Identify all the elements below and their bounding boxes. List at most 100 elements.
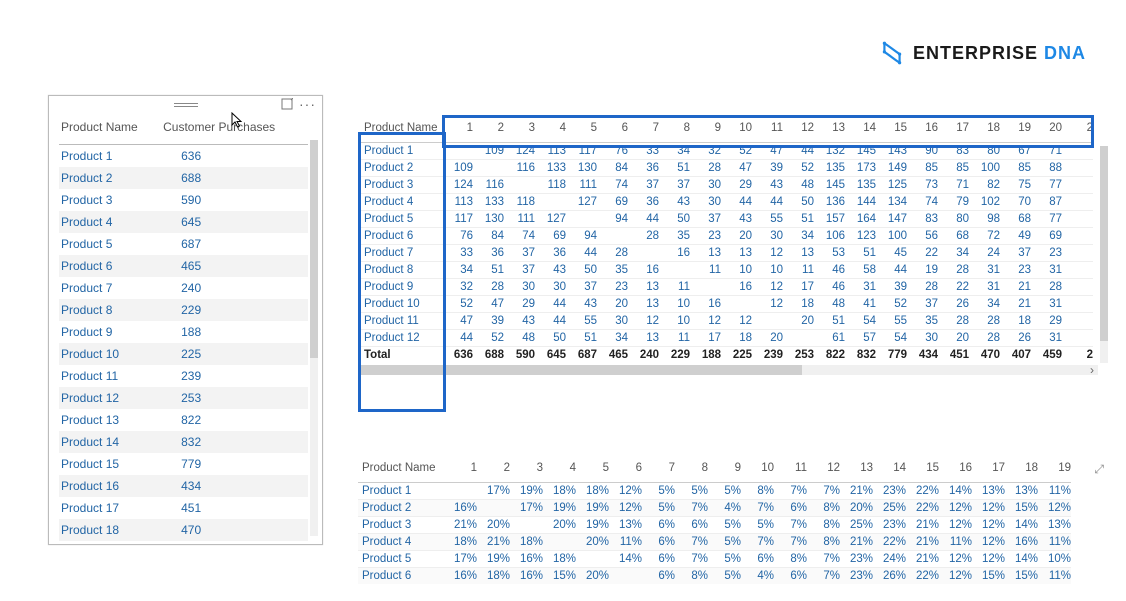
table-row[interactable]: Product 517%19%16%18%14%6%7%5%6%8%7%23%2… <box>358 551 1071 568</box>
column-header[interactable]: 6 <box>597 118 628 143</box>
column-header[interactable]: 2 <box>473 118 504 143</box>
column-header[interactable]: 1 <box>444 460 477 483</box>
value-cell: 12% <box>972 534 1005 551</box>
table-row[interactable]: Product 5687 <box>59 233 308 255</box>
table-row[interactable]: Product 3590 <box>59 189 308 211</box>
table-row[interactable]: Product 11091241131177633343252474413214… <box>358 143 1093 160</box>
percent-matrix[interactable]: ⤢ Product Name12345678910111213141516171… <box>358 460 1098 584</box>
column-header[interactable]: 7 <box>642 460 675 483</box>
table-row[interactable]: Product 67684746994283523203034106123100… <box>358 228 1093 245</box>
column-header[interactable]: 1 <box>442 118 473 143</box>
scrollbar-thumb[interactable] <box>1100 146 1108 341</box>
vertical-scrollbar[interactable] <box>310 140 318 536</box>
table-row[interactable]: Product 13822 <box>59 409 308 431</box>
column-header[interactable]: 17 <box>972 460 1005 483</box>
table-row[interactable]: Product 18470 <box>59 519 308 541</box>
column-header[interactable]: 3 <box>504 118 535 143</box>
table-row[interactable]: Product 1636 <box>59 145 308 168</box>
column-header[interactable]: 8 <box>659 118 690 143</box>
value-cell: 7% <box>807 483 840 500</box>
row-label: Product 2 <box>358 500 444 517</box>
value-cell: 29 <box>721 177 752 194</box>
column-header[interactable]: 2 <box>1062 118 1093 143</box>
visual-drag-handle[interactable]: ··· <box>49 96 322 110</box>
column-header[interactable]: 16 <box>907 118 938 143</box>
column-header[interactable]: 10 <box>721 118 752 143</box>
table-row[interactable]: Product 6465 <box>59 255 308 277</box>
table-row[interactable]: Product 11473943445530121012122051545535… <box>358 313 1093 330</box>
value-cell: 30 <box>535 279 566 296</box>
column-header[interactable]: 7 <box>628 118 659 143</box>
table-row[interactable]: Product 616%18%16%15%20%6%8%5%4%6%7%23%2… <box>358 568 1071 585</box>
scroll-right-icon[interactable]: › <box>1090 363 1094 377</box>
column-header[interactable]: 3 <box>510 460 543 483</box>
column-header[interactable]: 16 <box>939 460 972 483</box>
table-row[interactable]: Product 7240 <box>59 277 308 299</box>
column-header[interactable]: 2 <box>477 460 510 483</box>
column-header[interactable]: 18 <box>1005 460 1038 483</box>
column-header[interactable]: 14 <box>845 118 876 143</box>
column-header[interactable]: 8 <box>675 460 708 483</box>
table-row[interactable]: Product 321%20%20%19%13%6%6%5%5%7%8%25%2… <box>358 517 1071 534</box>
column-header[interactable]: 4 <box>543 460 576 483</box>
column-header[interactable]: 19 <box>1038 460 1071 483</box>
column-header[interactable]: 11 <box>752 118 783 143</box>
table-row[interactable]: Product 8229 <box>59 299 308 321</box>
scrollbar-thumb[interactable] <box>310 140 318 358</box>
column-header[interactable]: 15 <box>876 118 907 143</box>
column-header[interactable]: 5 <box>576 460 609 483</box>
column-header[interactable]: 13 <box>814 118 845 143</box>
row-header-label[interactable]: Product Name <box>358 118 442 143</box>
table-row[interactable]: Product 12445248505134131117182061575430… <box>358 330 1093 347</box>
column-header[interactable]: 9 <box>708 460 741 483</box>
table-row[interactable]: Product 12253 <box>59 387 308 409</box>
column-header[interactable]: 5 <box>566 118 597 143</box>
customer-purchases-visual[interactable]: ··· Product Name Customer Purchases Prod… <box>48 95 323 545</box>
table-row[interactable]: Product 2688 <box>59 167 308 189</box>
table-row[interactable]: Product 19407 <box>59 541 308 544</box>
table-row[interactable]: Product 21091161331308436512847395213517… <box>358 160 1093 177</box>
column-header[interactable]: 13 <box>840 460 873 483</box>
table-row[interactable]: Product 14832 <box>59 431 308 453</box>
scrollbar-thumb[interactable] <box>358 365 802 375</box>
cross-product-matrix[interactable]: Product Name1234567891011121314151617181… <box>358 118 1098 375</box>
horizontal-scrollbar[interactable]: ‹ › <box>358 365 1098 375</box>
table-row[interactable]: Product 17451 <box>59 497 308 519</box>
table-row[interactable]: Product 31241161181117437373029434814513… <box>358 177 1093 194</box>
column-header[interactable]: 19 <box>1000 118 1031 143</box>
table-row[interactable]: Product 15779 <box>59 453 308 475</box>
table-row[interactable]: Product 41131331181276936433044445013614… <box>358 194 1093 211</box>
customer-purchases-table[interactable]: Product Name Customer Purchases Product … <box>59 114 308 544</box>
more-options-icon[interactable]: ··· <box>299 98 316 110</box>
column-header[interactable]: 6 <box>609 460 642 483</box>
column-header[interactable]: 20 <box>1031 118 1062 143</box>
column-header[interactable]: 11 <box>774 460 807 483</box>
col-product-name[interactable]: Product Name <box>59 114 161 145</box>
table-row[interactable]: Product 9188 <box>59 321 308 343</box>
row-header-label[interactable]: Product Name <box>358 460 444 483</box>
vertical-scrollbar[interactable] <box>1100 146 1108 363</box>
table-row[interactable]: Product 73336373644281613131213535145223… <box>358 245 1093 262</box>
column-header[interactable]: 12 <box>807 460 840 483</box>
column-header[interactable]: 9 <box>690 118 721 143</box>
table-row[interactable]: Product 10524729444320131016121848415237… <box>358 296 1093 313</box>
column-header[interactable]: 4 <box>535 118 566 143</box>
column-header[interactable]: 10 <box>741 460 774 483</box>
column-header[interactable]: 17 <box>938 118 969 143</box>
table-row[interactable]: Product 10225 <box>59 343 308 365</box>
table-row[interactable]: Product 11239 <box>59 365 308 387</box>
table-row[interactable]: Product 117%19%18%18%12%5%5%5%8%7%7%21%2… <box>358 483 1071 500</box>
table-row[interactable]: Product 51171301111279444503743555115716… <box>358 211 1093 228</box>
column-header[interactable]: 14 <box>873 460 906 483</box>
table-row[interactable]: Product 16434 <box>59 475 308 497</box>
table-row[interactable]: Product 93228303037231311161217463139282… <box>358 279 1093 296</box>
column-header[interactable]: 12 <box>783 118 814 143</box>
table-row[interactable]: Product 4645 <box>59 211 308 233</box>
table-row[interactable]: Product 418%21%18%20%11%6%7%5%7%7%8%21%2… <box>358 534 1071 551</box>
table-row[interactable]: Product 216%17%19%19%12%5%7%4%7%6%8%20%2… <box>358 500 1071 517</box>
table-row[interactable]: Product 83451374350351611101011465844192… <box>358 262 1093 279</box>
column-header[interactable]: 18 <box>969 118 1000 143</box>
focus-mode-icon[interactable] <box>281 98 293 110</box>
expand-icon[interactable]: ⤢ <box>1094 462 1104 477</box>
column-header[interactable]: 15 <box>906 460 939 483</box>
